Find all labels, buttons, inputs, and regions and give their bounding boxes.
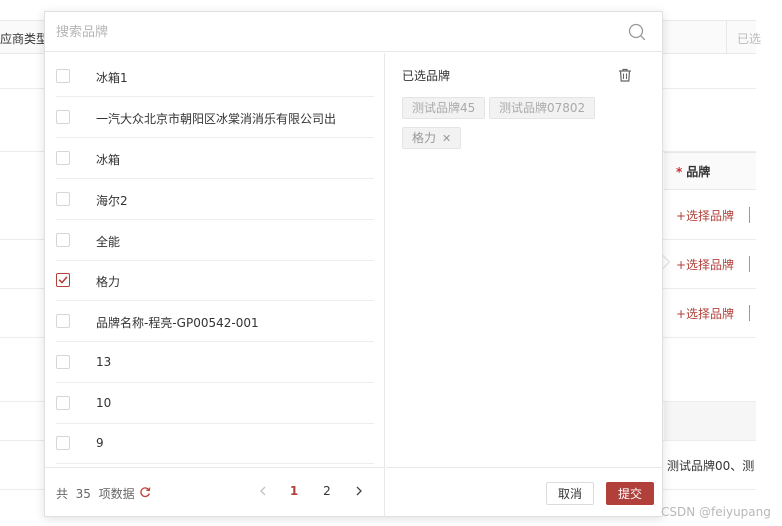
header-divider bbox=[726, 20, 727, 54]
supplier-type-header: 应商类型 bbox=[0, 32, 49, 46]
chevron-left-icon[interactable] bbox=[256, 483, 270, 499]
brand-label: 13 bbox=[96, 355, 112, 369]
tag-label: 格力 bbox=[412, 131, 437, 145]
checkbox[interactable] bbox=[56, 396, 70, 410]
list-item[interactable]: 一汽大众北京市朝阳区冰棠消消乐有限公司出 bbox=[45, 97, 374, 138]
brand-column-title: * 品牌 bbox=[676, 163, 710, 180]
total-count: 共 35 项数据 bbox=[56, 485, 135, 502]
brand-list: 冰箱1 一汽大众北京市朝阳区冰棠消消乐有限公司出 冰箱 海尔2 全能 格力 品牌… bbox=[45, 53, 385, 467]
close-icon[interactable]: ✕ bbox=[442, 132, 451, 145]
selected-header-partial: 已选 bbox=[737, 32, 762, 46]
brand-picker-dialog: 冰箱1 一汽大众北京市朝阳区冰棠消消乐有限公司出 冰箱 海尔2 全能 bbox=[44, 11, 663, 517]
list-item[interactable]: 13 bbox=[45, 342, 374, 383]
list-item[interactable]: 品牌名称-程亮-GP00542-001 bbox=[45, 301, 374, 342]
link-divider bbox=[749, 207, 750, 223]
list-item[interactable]: 海尔2 bbox=[45, 179, 374, 220]
select-brand-link[interactable]: +选择品牌 bbox=[676, 256, 734, 273]
total-number: 35 bbox=[75, 487, 91, 501]
search-icon[interactable] bbox=[628, 23, 646, 41]
brand-label: 冰箱1 bbox=[96, 71, 128, 85]
search-bar bbox=[45, 12, 662, 52]
link-divider bbox=[749, 256, 750, 272]
dialog-footer: 取消 提交 bbox=[386, 467, 662, 517]
submit-button[interactable]: 提交 bbox=[606, 482, 654, 505]
selected-brands-title: 已选品牌 bbox=[402, 69, 451, 83]
checkbox[interactable] bbox=[56, 355, 70, 369]
checkmark-icon bbox=[58, 276, 68, 284]
page-2-button[interactable]: 2 bbox=[319, 484, 335, 498]
list-item[interactable]: 冰箱 bbox=[45, 138, 374, 179]
list-item[interactable]: 冰箱1 bbox=[45, 56, 374, 97]
refresh-icon[interactable] bbox=[139, 486, 151, 498]
required-mark: * bbox=[676, 165, 683, 179]
cancel-button[interactable]: 取消 bbox=[546, 482, 594, 505]
list-item[interactable]: 9 bbox=[45, 423, 374, 464]
select-brand-link[interactable]: +选择品牌 bbox=[676, 305, 734, 322]
selected-tag-removable: 格力 ✕ bbox=[402, 127, 462, 149]
brand-label: 一汽大众北京市朝阳区冰棠消消乐有限公司出 bbox=[96, 112, 337, 126]
brand-label: 全能 bbox=[96, 235, 121, 249]
list-item[interactable]: 10 bbox=[45, 383, 374, 424]
checkbox[interactable] bbox=[56, 314, 70, 328]
brand-label: 冰箱 bbox=[96, 153, 121, 167]
checkbox[interactable] bbox=[56, 151, 70, 165]
selected-tag: 测试品牌07802 bbox=[489, 97, 596, 119]
total-suffix: 项数据 bbox=[98, 487, 135, 501]
brand-list-panel: 冰箱1 一汽大众北京市朝阳区冰棠消消乐有限公司出 冰箱 海尔2 全能 格力 品牌… bbox=[45, 53, 385, 517]
selected-brands-panel: 已选品牌 测试品牌45 测试品牌07802 格力 ✕ 取消 提交 bbox=[386, 53, 662, 517]
list-item[interactable]: 格力 bbox=[45, 260, 374, 301]
chevron-right-icon[interactable] bbox=[352, 483, 366, 499]
brand-label: 9 bbox=[96, 436, 104, 450]
trash-icon[interactable] bbox=[618, 68, 632, 82]
list-item[interactable]: 全能 bbox=[45, 220, 374, 261]
brand-label: 格力 bbox=[96, 275, 121, 289]
link-divider bbox=[749, 305, 750, 321]
selected-tag: 测试品牌45 bbox=[402, 97, 486, 119]
pagination-bar: 共 35 项数据 1 2 bbox=[45, 467, 385, 517]
checkbox[interactable] bbox=[56, 192, 70, 206]
row-brands-text: 测试品牌00、测 bbox=[667, 459, 755, 473]
watermark: CSDN @feiyupang bbox=[661, 505, 771, 519]
search-input[interactable] bbox=[56, 22, 616, 42]
divider bbox=[56, 463, 374, 464]
select-brand-link[interactable]: +选择品牌 bbox=[676, 207, 734, 224]
brand-label: 10 bbox=[96, 396, 112, 410]
checkbox[interactable] bbox=[56, 110, 70, 124]
brand-column-label: 品牌 bbox=[686, 165, 711, 179]
page-1-button[interactable]: 1 bbox=[286, 484, 302, 498]
checkbox-checked[interactable] bbox=[56, 273, 70, 287]
checkbox[interactable] bbox=[56, 436, 70, 450]
total-prefix: 共 bbox=[56, 487, 69, 501]
brand-label: 海尔2 bbox=[96, 194, 128, 208]
checkbox[interactable] bbox=[56, 69, 70, 83]
checkbox[interactable] bbox=[56, 233, 70, 247]
brand-label: 品牌名称-程亮-GP00542-001 bbox=[96, 316, 259, 330]
background-table-header bbox=[664, 402, 756, 440]
